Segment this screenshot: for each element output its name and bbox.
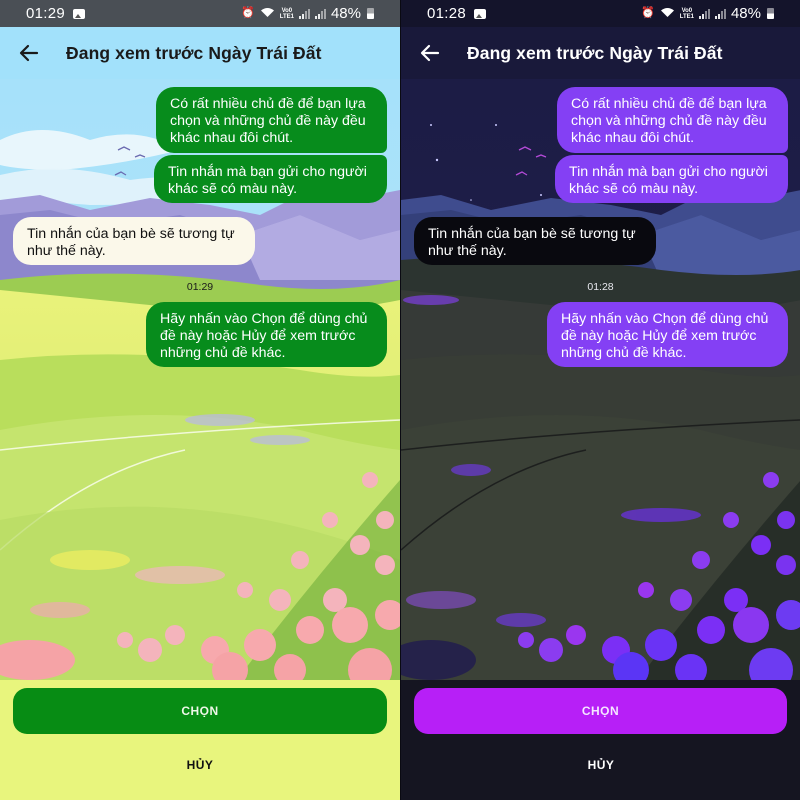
outgoing-message-bubble: Hãy nhấn vào Chọn để dùng chủ đề này hoặ… [547,302,788,367]
battery-percent: 48% [730,5,761,22]
outgoing-message-bubble: Tin nhắn mà bạn gửi cho người khác sẽ có… [555,155,788,203]
status-bar: 01:29 ⏰ Vo0 LTE1 48% [0,0,400,27]
status-icons: ⏰ Vo0 LTE1 48% [641,5,774,22]
outgoing-message-bubble: Có rất nhiều chủ đề để bạn lựa chọn và n… [557,87,788,153]
outgoing-message-bubble: Có rất nhiều chủ đề để bạn lựa chọn và n… [156,87,387,153]
status-time: 01:29 [26,5,66,22]
action-bar: CHỌN HỦY [401,680,800,800]
volte-lte-icon: Vo0 LTE1 [679,7,694,20]
incoming-message-bubble: Tin nhắn của bạn bè sẽ tương tự như thế … [13,217,255,265]
app-bar: Đang xem trước Ngày Trái Đất [0,27,400,79]
battery-icon [367,8,374,19]
message-timestamp: 01:28 [587,281,614,293]
signal-icon [714,8,726,19]
choose-theme-button[interactable]: CHỌN [13,688,387,734]
alarm-icon: ⏰ [241,7,255,19]
status-icons: ⏰ Vo0 LTE1 48% [241,5,374,22]
status-time: 01:28 [427,5,467,22]
outgoing-message-bubble: Tin nhắn mà bạn gửi cho người khác sẽ có… [154,155,387,203]
message-timestamp: 01:29 [186,281,214,293]
gallery-icon [73,8,86,19]
battery-icon [767,8,774,19]
theme-preview-light: 01:29 ⏰ Vo0 LTE1 48% Đang xem trước Ngày … [0,0,400,800]
cancel-button[interactable]: HỦY [150,750,250,780]
arrow-left-icon [19,44,39,62]
gallery-icon [474,8,487,19]
signal-icon [298,8,310,19]
status-bar: 01:28 ⏰ Vo0 LTE1 48% [401,0,800,27]
choose-theme-button[interactable]: CHỌN [414,688,787,734]
page-title: Đang xem trước Ngày Trái Đất [467,42,723,63]
battery-percent: 48% [330,5,361,22]
wifi-icon [660,7,675,21]
wifi-icon [260,7,275,21]
arrow-left-icon [420,44,440,62]
incoming-message-bubble: Tin nhắn của bạn bè sẽ tương tự như thế … [414,217,656,265]
cancel-button[interactable]: HỦY [551,750,651,780]
page-title: Đang xem trước Ngày Trái Đất [66,42,322,63]
action-bar: CHỌN HỦY [0,680,400,800]
signal-icon [314,8,326,19]
volte-lte-icon: Vo0 LTE1 [279,7,294,20]
back-button[interactable] [0,27,58,79]
signal-icon [698,8,710,19]
back-button[interactable] [401,27,459,79]
theme-preview-dark: 01:28 ⏰ Vo0 LTE1 48% Đang xem trước Ngày … [400,0,800,800]
outgoing-message-bubble: Hãy nhấn vào Chọn để dùng chủ đề này hoặ… [146,302,387,367]
alarm-icon: ⏰ [641,7,655,19]
app-bar: Đang xem trước Ngày Trái Đất [401,27,800,79]
